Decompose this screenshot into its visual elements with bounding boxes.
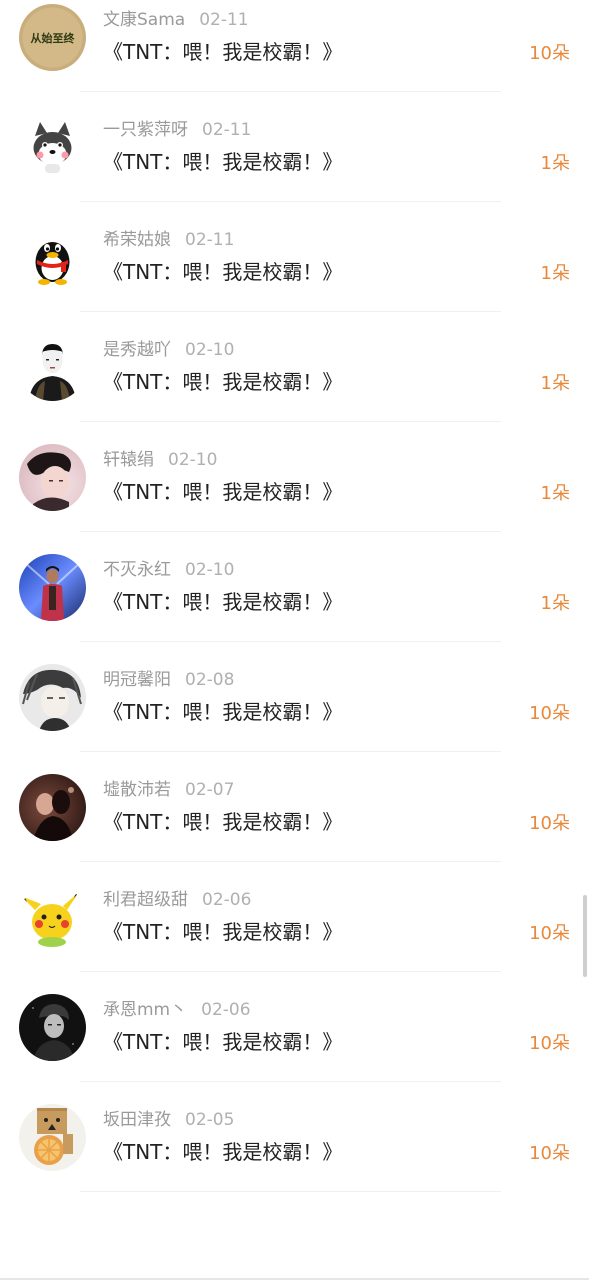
date: 02-06 — [201, 1000, 251, 1020]
book-title[interactable]: 《TNT：喂！我是校霸！》 — [103, 258, 342, 286]
gift-count: 1朵 — [540, 373, 570, 394]
book-title[interactable]: 《TNT：喂！我是校霸！》 — [103, 918, 342, 946]
gift-count: 10朵 — [529, 43, 570, 64]
book-title[interactable]: 《TNT：喂！我是校霸！》 — [103, 1028, 342, 1056]
username[interactable]: 轩辕绢 — [103, 450, 154, 470]
divider — [80, 311, 501, 312]
gift-count: 10朵 — [529, 923, 570, 944]
item-meta: 希荣姑娘 02-11 — [103, 228, 234, 252]
username[interactable]: 墟散沛若 — [103, 780, 171, 800]
list-item[interactable]: 坂田津孜 02-05 《TNT：喂！我是校霸！》 10朵 — [0, 1100, 589, 1210]
item-meta: 一只紫萍呀 02-11 — [103, 118, 251, 142]
list-item[interactable]: 墟散沛若 02-07 《TNT：喂！我是校霸！》 10朵 — [0, 770, 589, 880]
date: 02-06 — [202, 890, 252, 910]
username[interactable]: 坂田津孜 — [103, 1110, 171, 1130]
book-title[interactable]: 《TNT：喂！我是校霸！》 — [103, 478, 342, 506]
book-title[interactable]: 《TNT：喂！我是校霸！》 — [103, 698, 342, 726]
item-meta: 轩辕绢 02-10 — [103, 448, 217, 472]
list-item[interactable]: 轩辕绢 02-10 《TNT：喂！我是校霸！》 1朵 — [0, 440, 589, 550]
username[interactable]: 一只紫萍呀 — [103, 120, 188, 140]
stage-photo-avatar[interactable] — [19, 554, 86, 621]
date: 02-10 — [185, 560, 235, 580]
divider — [80, 861, 501, 862]
list-item[interactable]: 承恩mm丶 02-06 《TNT：喂！我是校霸！》 10朵 — [0, 990, 589, 1100]
item-meta: 不灭永红 02-10 — [103, 558, 234, 582]
dark-photo-avatar[interactable] — [19, 774, 86, 841]
book-title[interactable]: 《TNT：喂！我是校霸！》 — [103, 1138, 342, 1166]
divider — [80, 1081, 501, 1082]
divider — [80, 751, 501, 752]
date: 02-10 — [185, 340, 235, 360]
gift-list: 从始至终 文康Sama 02-11 《TNT：喂！我是校霸！》 10朵 一只紫萍… — [0, 0, 589, 1210]
scrollbar[interactable] — [583, 895, 587, 977]
book-title[interactable]: 《TNT：喂！我是校霸！》 — [103, 808, 342, 836]
book-title[interactable]: 《TNT：喂！我是校霸！》 — [103, 38, 342, 66]
list-item[interactable]: 利君超级甜 02-06 《TNT：喂！我是校霸！》 10朵 — [0, 880, 589, 990]
item-meta: 明冠馨阳 02-08 — [103, 668, 234, 692]
item-meta: 坂田津孜 02-05 — [103, 1108, 234, 1132]
item-meta: 是秀越吖 02-10 — [103, 338, 234, 362]
username[interactable]: 文康Sama — [103, 10, 185, 30]
gift-count: 10朵 — [529, 1033, 570, 1054]
book-title[interactable]: 《TNT：喂！我是校霸！》 — [103, 368, 342, 396]
divider — [80, 91, 501, 92]
list-item[interactable]: 希荣姑娘 02-11 《TNT：喂！我是校霸！》 1朵 — [0, 220, 589, 330]
date: 02-10 — [168, 450, 218, 470]
list-item[interactable]: 明冠馨阳 02-08 《TNT：喂！我是校霸！》 10朵 — [0, 660, 589, 770]
bw-photo-avatar[interactable] — [19, 994, 86, 1061]
danbo-avatar[interactable] — [19, 1104, 86, 1171]
date: 02-11 — [202, 120, 252, 140]
gift-count: 10朵 — [529, 1143, 570, 1164]
divider — [80, 1191, 501, 1192]
divider — [80, 641, 501, 642]
date: 02-05 — [185, 1110, 235, 1130]
list-item[interactable]: 从始至终 文康Sama 02-11 《TNT：喂！我是校霸！》 10朵 — [0, 0, 589, 110]
gift-count: 1朵 — [540, 263, 570, 284]
divider — [80, 201, 501, 202]
divider — [80, 971, 501, 972]
username[interactable]: 利君超级甜 — [103, 890, 188, 910]
date: 02-07 — [185, 780, 235, 800]
username[interactable]: 希荣姑娘 — [103, 230, 171, 250]
username[interactable]: 承恩mm丶 — [103, 1000, 187, 1020]
svg-text:从始至终: 从始至终 — [31, 31, 76, 45]
username[interactable]: 是秀越吖 — [103, 340, 171, 360]
logo-avatar[interactable]: 从始至终 — [19, 4, 86, 71]
husky-cartoon-avatar[interactable] — [19, 114, 86, 181]
divider — [80, 531, 501, 532]
item-meta: 承恩mm丶 02-06 — [103, 998, 251, 1022]
divider — [80, 421, 501, 422]
date: 02-08 — [185, 670, 235, 690]
anime-avatar[interactable] — [19, 664, 86, 731]
item-meta: 文康Sama 02-11 — [103, 8, 249, 32]
qq-penguin-avatar[interactable] — [19, 224, 86, 291]
gift-count: 1朵 — [540, 593, 570, 614]
book-title[interactable]: 《TNT：喂！我是校霸！》 — [103, 588, 342, 616]
pikachu-avatar[interactable] — [19, 884, 86, 951]
item-meta: 利君超级甜 02-06 — [103, 888, 251, 912]
book-title[interactable]: 《TNT：喂！我是校霸！》 — [103, 148, 342, 176]
date: 02-11 — [185, 230, 235, 250]
list-item[interactable]: 不灭永红 02-10 《TNT：喂！我是校霸！》 1朵 — [0, 550, 589, 660]
item-meta: 墟散沛若 02-07 — [103, 778, 234, 802]
gift-count: 10朵 — [529, 813, 570, 834]
list-item[interactable]: 一只紫萍呀 02-11 《TNT：喂！我是校霸！》 1朵 — [0, 110, 589, 220]
date: 02-11 — [199, 10, 249, 30]
gift-count: 10朵 — [529, 703, 570, 724]
username[interactable]: 不灭永红 — [103, 560, 171, 580]
gift-count: 1朵 — [540, 483, 570, 504]
photo-avatar[interactable] — [19, 444, 86, 511]
list-item[interactable]: 是秀越吖 02-10 《TNT：喂！我是校霸！》 1朵 — [0, 330, 589, 440]
gift-count: 1朵 — [540, 153, 570, 174]
person-avatar[interactable] — [19, 334, 86, 401]
username[interactable]: 明冠馨阳 — [103, 670, 171, 690]
